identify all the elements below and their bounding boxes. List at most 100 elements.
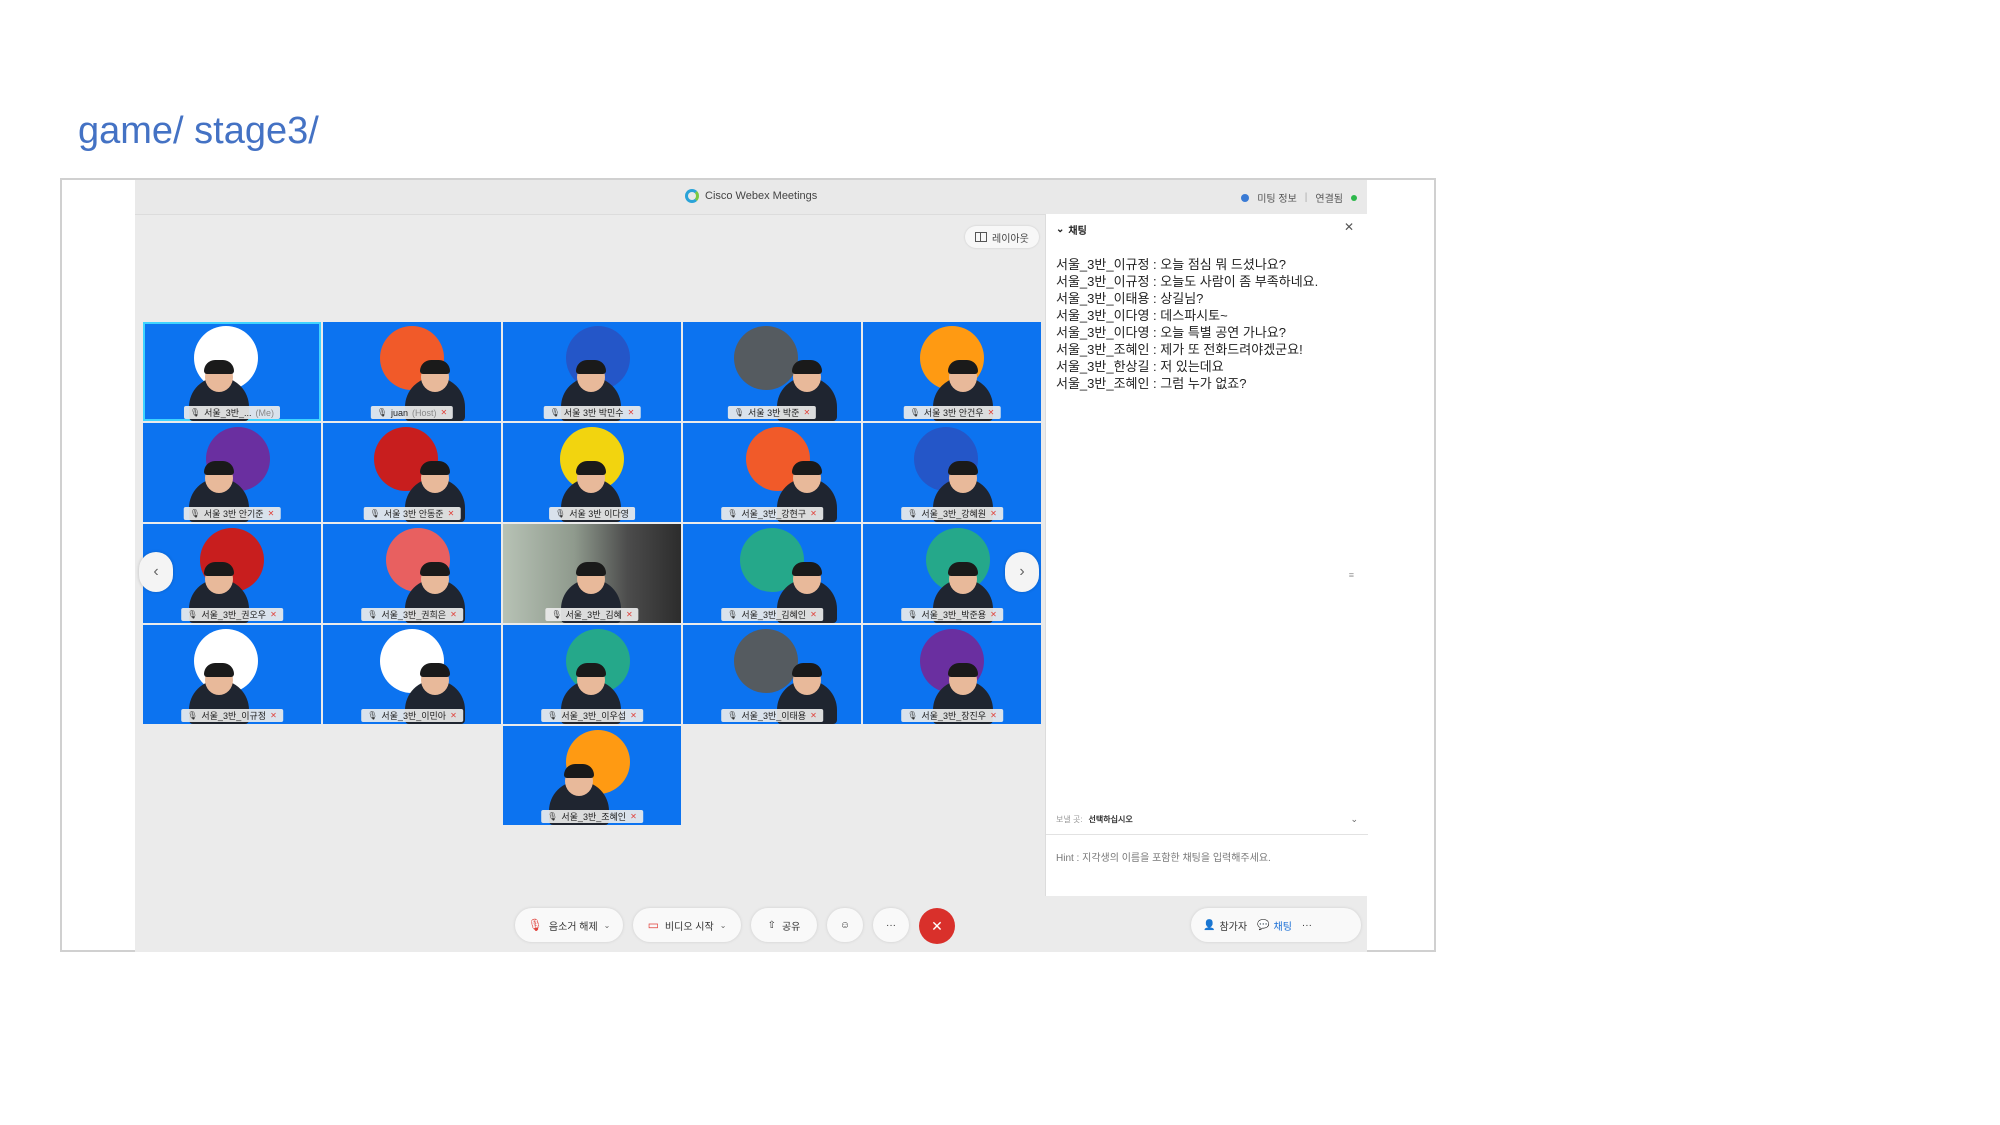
muted-icon: ✕ <box>447 509 455 518</box>
microphone-icon: 🎙 <box>733 408 745 417</box>
participant-name: 서울_3반_이규정 <box>201 711 267 721</box>
next-page-button[interactable]: › <box>1005 552 1039 592</box>
participant-name: 서울_3반_장진우 <box>921 711 987 721</box>
participant-name-tag: 🎙 서울_3반_권오우 ✕ <box>181 608 283 621</box>
participant-video-tile[interactable]: 🎙 서울_3반_... (Me) <box>143 322 321 421</box>
participants-button[interactable]: 👤 참가자 <box>1203 918 1247 933</box>
recipient-selector[interactable]: 보낼 곳: 선택하십시오 ⌄ <box>1056 814 1358 825</box>
muted-icon: ✕ <box>630 812 637 821</box>
scroll-handle-icon[interactable]: ≡ <box>1349 570 1354 580</box>
participant-video-tile[interactable]: 🎙 서울_3반_강현구 ✕ <box>683 423 861 522</box>
chat-button[interactable]: 💬 채팅 <box>1257 918 1292 933</box>
participant-hair <box>948 360 978 374</box>
microphone-icon: 🎙 <box>907 610 918 619</box>
chat-message: 서울_3반_이다영 : 오늘 특별 공연 가나요? <box>1056 325 1286 340</box>
microphone-icon: 🎙 <box>369 509 380 518</box>
microphone-icon: 🎙 <box>727 711 738 720</box>
color-circle-card <box>734 326 798 390</box>
participant-name-tag: 🎙 서울_3반_강혜원 ✕ <box>901 507 1003 520</box>
participant-name: 서울_3반_강혜원 <box>921 509 987 519</box>
participant-hair <box>204 461 234 475</box>
layout-button-label: 레이아웃 <box>992 233 1029 245</box>
muted-icon: ✕ <box>267 509 275 518</box>
recipient-value: 선택하십시오 <box>1088 815 1133 824</box>
end-call-button[interactable]: ✕ <box>919 908 955 944</box>
participant-name: 서울 3반 안기준 <box>203 509 264 519</box>
participant-name: 서울 3반 안동준 <box>383 509 444 519</box>
previous-page-button[interactable]: ‹ <box>139 552 173 592</box>
participant-hair <box>420 360 450 374</box>
participant-video-tile[interactable]: 🎙 서울_3반_이우섭 ✕ <box>503 625 681 724</box>
participant-video-tile[interactable]: 🎙 juan (Host) ✕ <box>323 322 501 421</box>
participant-video-tile[interactable]: 🎙 서울_3반_이규정 ✕ <box>143 625 321 724</box>
muted-icon: ✕ <box>990 610 997 619</box>
microphone-icon: 🎙 <box>187 711 198 720</box>
chat-button-label: 채팅 <box>1273 921 1292 933</box>
microphone-icon: 🎙 <box>907 509 918 518</box>
unmute-button[interactable]: 🎙 음소거 해제 ⌄ <box>515 908 623 942</box>
participant-video-tile[interactable]: 🎙 서울 3반 안건우 ✕ <box>863 322 1041 421</box>
participant-video-tile[interactable]: 🎙 서울_3반_김혜인 ✕ <box>683 524 861 623</box>
participant-name: 서울 3반 이다영 <box>569 509 629 519</box>
meeting-info-link[interactable]: 미팅 정보 <box>1257 190 1297 205</box>
share-button[interactable]: ⇧ 공유 <box>751 908 817 942</box>
start-video-button[interactable]: ▭ 비디오 시작 ⌄ <box>633 908 741 942</box>
participant-name-tag: 🎙 서울 3반 박민수 ✕ <box>543 406 641 419</box>
muted-icon: ✕ <box>450 610 457 619</box>
more-options-button[interactable]: ··· <box>873 908 909 942</box>
participant-video-tile[interactable]: 🎙 서울_3반_조혜인 ✕ <box>503 726 681 825</box>
title-bar: Cisco Webex Meetings 미팅 정보 | 연결됨 <box>135 180 1367 215</box>
muted-icon: ✕ <box>990 509 997 518</box>
chevron-right-icon: › <box>1019 563 1025 580</box>
more-options-label: ··· <box>886 919 896 931</box>
microphone-icon: 🎙 <box>376 408 387 417</box>
muted-icon: ✕ <box>987 408 995 417</box>
participant-name-tag: 🎙 서울_3반_... (Me) <box>183 406 281 419</box>
window-title-text: Cisco Webex Meetings <box>705 190 818 202</box>
participant-hair <box>792 562 822 576</box>
participant-video-tile[interactable]: 🎙 서울_3반_김혜 ✕ <box>503 524 681 623</box>
participant-name: juan <box>390 407 408 418</box>
participant-video-tile[interactable]: 🎙 서울_3반_권희은 ✕ <box>323 524 501 623</box>
chat-input[interactable]: Hint : 지각생의 이름을 포함한 채팅을 입력해주세요. <box>1046 834 1368 897</box>
microphone-icon: 🎙 <box>547 812 558 821</box>
participant-video-tile[interactable]: 🎙 서울_3반_이민아 ✕ <box>323 625 501 724</box>
participant-video-tile[interactable]: 🎙 서울 3반 박민수 ✕ <box>503 322 681 421</box>
muted-icon: ✕ <box>810 509 817 518</box>
participant-video-tile[interactable]: 🎙 서울 3반 안동준 ✕ <box>323 423 501 522</box>
chat-header[interactable]: ⌄ 채팅 <box>1056 222 1087 237</box>
connected-dot-icon <box>1351 194 1357 201</box>
recipient-label: 보낼 곳: <box>1056 815 1083 824</box>
more-panels-label[interactable]: ··· <box>1302 920 1312 931</box>
reactions-button[interactable]: ☺ <box>827 908 863 942</box>
microphone-icon: 🎙 <box>909 408 920 417</box>
microphone-icon: 🎙 <box>907 711 918 720</box>
webex-window: Cisco Webex Meetings 미팅 정보 | 연결됨 레이아웃 🎙 서… <box>135 180 1368 952</box>
webex-logo-icon <box>685 189 699 203</box>
muted-icon: ✕ <box>803 408 811 417</box>
participant-name: 서울_3반_권오우 <box>201 610 267 620</box>
participant-hair <box>792 663 822 677</box>
participant-video-tile[interactable]: 🎙 서울_3반_장진우 ✕ <box>863 625 1041 724</box>
layout-button[interactable]: 레이아웃 <box>965 226 1039 248</box>
participant-name-tag: 🎙 서울_3반_권희은 ✕ <box>361 608 463 621</box>
window-title: Cisco Webex Meetings <box>685 189 817 203</box>
participant-hair <box>792 360 822 374</box>
participant-video-tile[interactable]: 🎙 서울 3반 안기준 ✕ <box>143 423 321 522</box>
participant-video-tile[interactable]: 🎙 서울 3반 이다영 <box>503 423 681 522</box>
participant-hair <box>564 764 594 778</box>
chat-message: 서울_3반_이다영 : 데스파시토~ <box>1056 308 1228 323</box>
share-icon: ⇧ <box>767 919 776 931</box>
participant-video-tile[interactable]: 🎙 서울 3반 박준 ✕ <box>683 322 861 421</box>
chat-message: 서울_3반_이태용 : 상길님? <box>1056 291 1204 306</box>
participant-video-tile[interactable]: 🎙 서울_3반_강혜원 ✕ <box>863 423 1041 522</box>
muted-icon: ✕ <box>450 711 457 720</box>
chat-message: 서울_3반_이규정 : 오늘도 사람이 좀 부족하네요. <box>1056 274 1319 289</box>
close-icon[interactable]: ✕ <box>1344 220 1354 234</box>
muted-icon: ✕ <box>630 711 637 720</box>
participant-name-tag: 🎙 서울_3반_장진우 ✕ <box>901 709 1003 722</box>
microphone-icon: 🎙 <box>727 509 738 518</box>
chat-bubble-icon: 💬 <box>1257 919 1270 931</box>
participant-video-tile[interactable]: 🎙 서울_3반_이태용 ✕ <box>683 625 861 724</box>
participant-hair <box>948 663 978 677</box>
